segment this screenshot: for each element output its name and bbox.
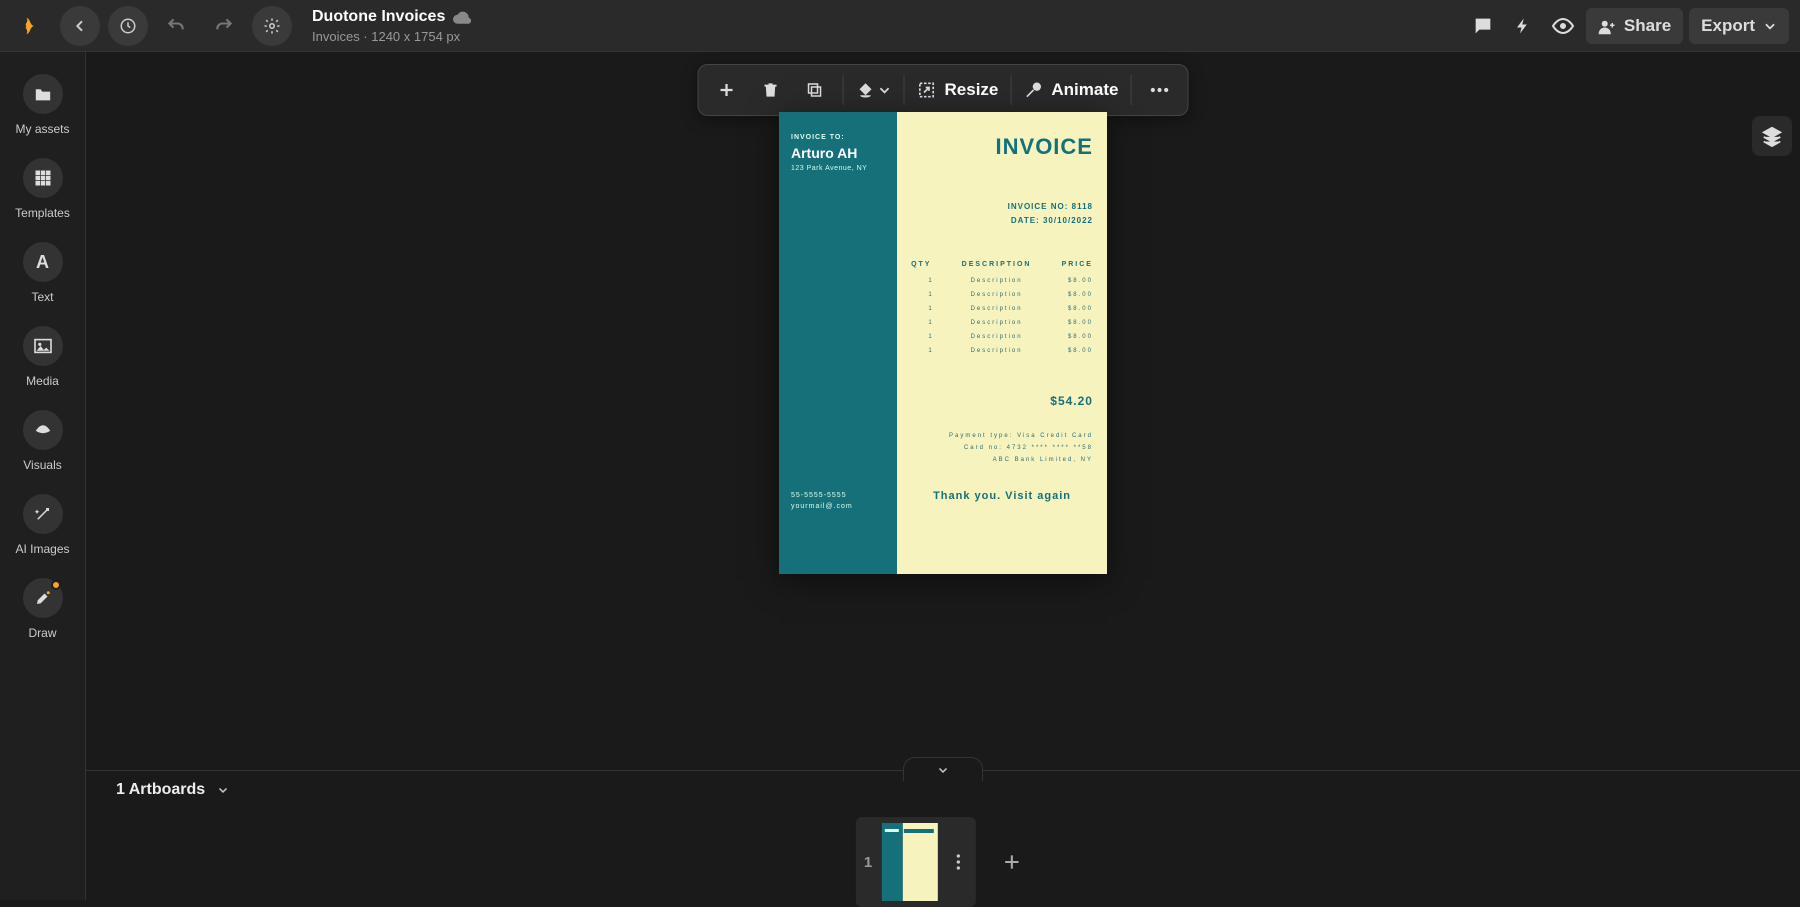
layers-button[interactable]: [1752, 116, 1792, 156]
pay-line: Payment type: Visa Credit Card: [911, 430, 1093, 442]
export-button[interactable]: Export: [1689, 8, 1789, 44]
left-sidebar: My assets Templates A Text Media Visuals…: [0, 52, 86, 900]
brush-icon: [23, 578, 63, 618]
back-button[interactable]: [60, 6, 100, 46]
artboards-collapse[interactable]: [903, 757, 983, 781]
cloud-sync-icon: [453, 10, 471, 24]
invoice-contact: 55-5555-5555 yourmail@.com: [791, 490, 885, 512]
artboard-invoice[interactable]: INVOICE TO: Arturo AH 123 Park Avenue, N…: [779, 112, 1107, 574]
sidebar-item-label: Text: [31, 290, 53, 304]
top-bar: Duotone Invoices Invoices · 1240 x 1754 …: [0, 0, 1800, 52]
invoice-right-panel: INVOICE INVOICE NO: 8118 DATE: 30/10/202…: [897, 112, 1107, 574]
invoice-date: DATE: 30/10/2022: [911, 214, 1093, 228]
invoice-title: INVOICE: [911, 134, 1093, 160]
animate-label: Animate: [1051, 80, 1118, 100]
preview-button[interactable]: [1543, 6, 1583, 46]
artboard-thumb[interactable]: 1: [856, 817, 976, 907]
invoice-number: INVOICE NO: 8118: [911, 200, 1093, 214]
invoice-phone: 55-5555-5555: [791, 490, 885, 501]
bolt-button[interactable]: [1503, 6, 1543, 46]
artboards-thumbs: 1: [856, 817, 1030, 907]
invoice-payment: Payment type: Visa Credit Card Card no: …: [911, 430, 1093, 466]
artboards-title[interactable]: 1 Artboards: [116, 781, 231, 799]
sidebar-item-label: AI Images: [15, 542, 69, 556]
resize-label: Resize: [945, 80, 999, 100]
pay-line: Card no: 4732 **** **** **58: [911, 442, 1093, 454]
image-icon: [23, 326, 63, 366]
invoice-total: $54.20: [911, 394, 1093, 408]
history-button[interactable]: [108, 6, 148, 46]
table-row: 1Description$8.00: [911, 330, 1093, 344]
sidebar-item-assets[interactable]: My assets: [0, 66, 85, 144]
sidebar-item-text[interactable]: A Text: [0, 234, 85, 312]
share-button[interactable]: Share: [1586, 8, 1683, 44]
grid-icon: [23, 158, 63, 198]
sidebar-item-label: Media: [26, 374, 59, 388]
comments-button[interactable]: [1463, 6, 1503, 46]
sidebar-item-ai-images[interactable]: AI Images: [0, 486, 85, 564]
visuals-icon: [23, 410, 63, 450]
sidebar-item-draw[interactable]: Draw: [0, 570, 85, 648]
thumb-number: 1: [864, 854, 872, 871]
resize-button[interactable]: Resize: [911, 80, 1005, 100]
col-price: PRICE: [1042, 261, 1093, 268]
table-row: 1Description$8.00: [911, 302, 1093, 316]
table-row: 1Description$8.00: [911, 288, 1093, 302]
invoice-name: Arturo AH: [791, 145, 885, 161]
export-label: Export: [1701, 16, 1755, 36]
sidebar-item-media[interactable]: Media: [0, 318, 85, 396]
add-artboard-button[interactable]: [994, 844, 1030, 880]
document-subtitle: Invoices · 1240 x 1754 px: [312, 29, 471, 44]
sidebar-item-templates[interactable]: Templates: [0, 150, 85, 228]
canvas-area[interactable]: Resize Animate INVOICE TO: Arturo AH 123…: [86, 52, 1800, 900]
delete-button[interactable]: [749, 68, 793, 112]
invoice-address: 123 Park Avenue, NY: [791, 165, 885, 172]
share-label: Share: [1624, 16, 1671, 36]
undo-button[interactable]: [156, 6, 196, 46]
background-button[interactable]: [850, 81, 898, 99]
sidebar-item-label: Templates: [15, 206, 70, 220]
app-logo[interactable]: [18, 12, 46, 40]
thumb-preview: [882, 823, 938, 901]
col-desc: DESCRIPTION: [951, 261, 1042, 268]
invoice-meta: INVOICE NO: 8118 DATE: 30/10/2022: [911, 200, 1093, 227]
invoice-email: yourmail@.com: [791, 501, 885, 512]
table-row: 1Description$8.00: [911, 316, 1093, 330]
invoice-left-panel: INVOICE TO: Arturo AH 123 Park Avenue, N…: [779, 112, 897, 574]
folder-icon: [23, 74, 63, 114]
more-button[interactable]: [1137, 68, 1181, 112]
settings-button[interactable]: [252, 6, 292, 46]
artboards-bar: 1 Artboards 1: [86, 770, 1800, 900]
text-icon: A: [23, 242, 63, 282]
wand-icon: [23, 494, 63, 534]
invoice-to-label: INVOICE TO:: [791, 134, 885, 141]
pay-line: ABC Bank Limited, NY: [911, 454, 1093, 466]
redo-button[interactable]: [204, 6, 244, 46]
sidebar-item-visuals[interactable]: Visuals: [0, 402, 85, 480]
selection-toolbar: Resize Animate: [698, 64, 1189, 116]
add-button[interactable]: [705, 68, 749, 112]
invoice-thanks: Thank you. Visit again: [911, 490, 1093, 502]
table-row: 1Description$8.00: [911, 274, 1093, 288]
document-title[interactable]: Duotone Invoices: [312, 8, 445, 26]
sidebar-item-label: Visuals: [23, 458, 61, 472]
title-block: Duotone Invoices Invoices · 1240 x 1754 …: [312, 8, 471, 44]
duplicate-button[interactable]: [793, 68, 837, 112]
invoice-table: QTY DESCRIPTION PRICE 1Description$8.001…: [911, 261, 1093, 358]
artboards-label: 1 Artboards: [116, 781, 205, 799]
table-row: 1Description$8.00: [911, 344, 1093, 358]
sidebar-item-label: Draw: [28, 626, 56, 640]
thumb-menu-button[interactable]: [948, 853, 968, 871]
col-qty: QTY: [911, 261, 951, 268]
sidebar-item-label: My assets: [15, 122, 69, 136]
animate-button[interactable]: Animate: [1017, 80, 1124, 100]
